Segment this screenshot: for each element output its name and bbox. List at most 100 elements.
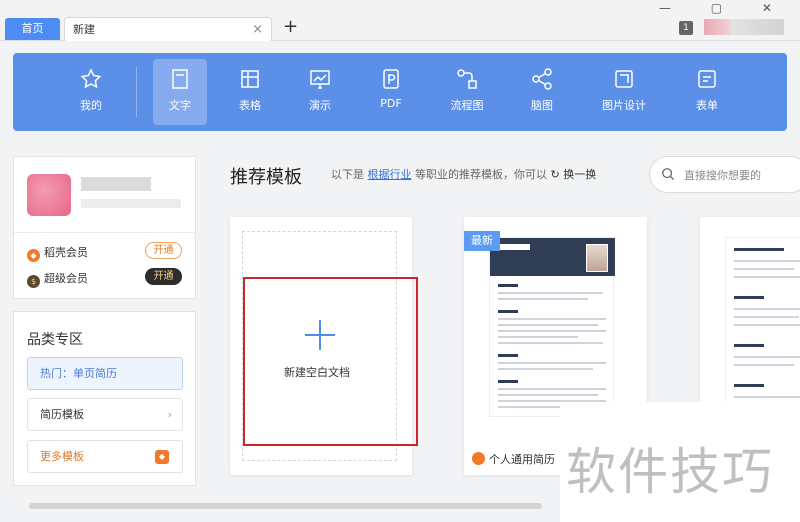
template-preview (489, 237, 615, 417)
preview-section (498, 354, 518, 357)
super-member-icon: $ (27, 275, 40, 288)
image-design-icon (615, 70, 633, 88)
tab-new[interactable]: 新建 × (64, 17, 272, 41)
category-item-label: 简历模板 (40, 408, 84, 421)
search-input[interactable] (684, 166, 799, 184)
presentation-icon (310, 70, 330, 89)
preview-section (498, 284, 518, 287)
tab-home[interactable]: 首页 (5, 18, 60, 40)
tool-writer[interactable]: 文字 (153, 59, 207, 125)
tool-spreadsheet[interactable]: 表格 (223, 59, 277, 125)
tool-mindmap[interactable]: 脑图 (515, 59, 569, 125)
tool-label: 我的 (80, 99, 102, 112)
preview-line (498, 330, 606, 332)
preview-section (734, 344, 764, 347)
preview-line (734, 324, 800, 326)
template-preview (725, 237, 800, 417)
category-hot-resume[interactable]: 热门：单页简历 (27, 357, 183, 390)
refresh-button[interactable]: ↻ 换一换 (551, 168, 597, 181)
template-search[interactable] (649, 156, 800, 193)
preview-section (734, 296, 764, 299)
tab-bar: 首页 新建 × + 1 — ▢ ✕ (0, 0, 800, 41)
docer-member-icon: ◆ (27, 249, 40, 262)
refresh-icon: ↻ (550, 168, 560, 181)
preview-line (498, 336, 578, 338)
preview-name (500, 244, 530, 250)
docer-icon (472, 452, 485, 465)
industry-link[interactable]: 根据行业 (368, 168, 412, 181)
preview-line (734, 268, 794, 270)
add-tab-icon[interactable]: + (283, 16, 298, 37)
member-label: 超级会员 (44, 272, 88, 285)
preview-line (734, 260, 800, 262)
preview-line (498, 292, 603, 294)
preview-line (734, 356, 800, 358)
user-account[interactable] (704, 19, 784, 35)
recommend-description: 以下是 根据行业 等职业的推荐模板，你可以 ↻ 换一换 (331, 166, 596, 182)
member-label: 稻壳会员 (44, 246, 88, 259)
flowchart-icon (457, 69, 477, 89)
preview-section (498, 310, 518, 313)
preview-line (498, 298, 588, 300)
tool-image-design[interactable]: 图片设计 (597, 59, 651, 125)
profile-card: ◆ 稻壳会员 开通 $ 超级会员 开通 (13, 156, 196, 299)
close-icon[interactable]: × (252, 18, 263, 41)
tab-new-label: 新建 (73, 23, 95, 36)
member-super: $ 超级会员 (27, 270, 88, 288)
watermark-text: 软件技巧 (566, 443, 774, 501)
open-super-button[interactable]: 开通 (145, 268, 182, 285)
preview-section (498, 380, 518, 383)
tool-label: 图片设计 (602, 99, 646, 112)
search-icon (662, 168, 675, 181)
preview-line (734, 308, 800, 310)
docer-icon: ◆ (155, 450, 169, 464)
preview-line (498, 406, 568, 408)
tool-flowchart[interactable]: 流程图 (440, 59, 494, 125)
preview-line (498, 342, 603, 344)
tool-mine[interactable]: 我的 (64, 59, 118, 125)
category-item-label: 更多模板 (40, 450, 84, 463)
tool-label: 演示 (309, 99, 331, 112)
tool-label: 表格 (239, 99, 261, 112)
toolbar-divider (136, 67, 137, 117)
window-controls[interactable]: — ▢ ✕ (659, 1, 790, 15)
user-info-redacted (81, 199, 181, 208)
username-redacted (81, 177, 151, 191)
preview-line (498, 362, 606, 364)
category-resume-templates[interactable]: 简历模板 › (27, 398, 183, 431)
watermark: 软件技巧 (560, 402, 800, 522)
preview-line (498, 368, 593, 370)
highlight-box (243, 277, 418, 446)
tool-pdf[interactable]: PDF (364, 59, 418, 125)
new-badge: 最新 (464, 231, 500, 251)
tool-presentation[interactable]: 演示 (293, 59, 347, 125)
preview-line (498, 324, 598, 326)
tool-label: 文字 (169, 99, 191, 112)
document-icon (172, 69, 188, 89)
tool-label: PDF (380, 97, 402, 110)
preview-line (734, 396, 800, 398)
notification-badge[interactable]: 1 (679, 21, 693, 35)
preview-line (498, 318, 606, 320)
table-icon (241, 70, 259, 88)
avatar[interactable] (27, 174, 71, 216)
preview-header (490, 238, 615, 276)
chevron-right-icon: › (167, 408, 172, 421)
preview-line (498, 388, 606, 390)
form-icon (698, 70, 716, 88)
horizontal-scrollbar[interactable] (29, 503, 542, 509)
preview-line (734, 316, 799, 318)
tool-label: 表单 (696, 99, 718, 112)
preview-line (734, 276, 800, 278)
tool-form[interactable]: 表单 (680, 59, 734, 125)
open-docer-button[interactable]: 开通 (145, 242, 182, 259)
category-more-templates[interactable]: 更多模板 ◆ (27, 440, 183, 473)
tool-label: 脑图 (531, 99, 553, 112)
preview-section (734, 384, 764, 387)
pdf-icon (383, 69, 399, 89)
category-title: 品类专区 (27, 332, 83, 348)
desc-suffix: 等职业的推荐模板，你可以 (415, 168, 547, 181)
preview-line (498, 394, 598, 396)
category-panel: 品类专区 热门：单页简历 简历模板 › 更多模板 ◆ (13, 311, 196, 486)
desc-prefix: 以下是 (331, 168, 364, 181)
